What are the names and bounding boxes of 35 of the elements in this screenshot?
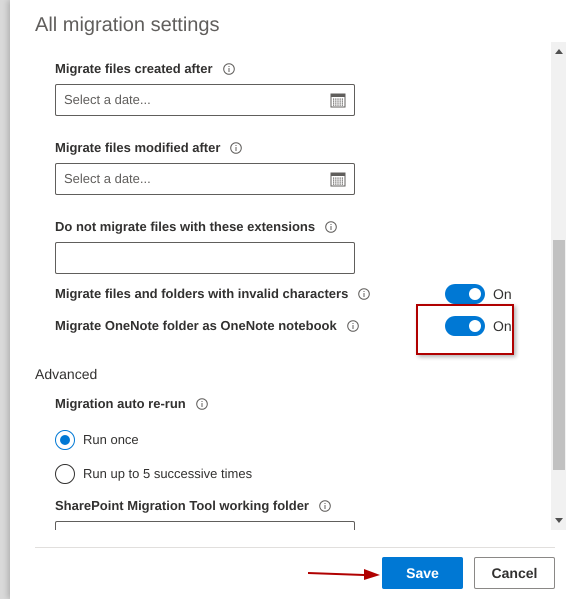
info-icon [230,142,242,154]
toggle-label: Migrate files and folders with invalid characters [55,285,348,304]
radio-button[interactable] [55,430,75,450]
cancel-button[interactable]: Cancel [474,557,555,589]
info-icon [358,288,370,300]
radio-button[interactable] [55,464,75,484]
dialog-title: All migration settings [34,13,221,38]
scroll-up-icon[interactable] [554,49,562,55]
calendar-icon [330,92,346,108]
section-heading: Advanced [35,366,98,382]
info-icon [325,221,338,233]
toggle-switch[interactable] [445,284,485,304]
info-icon [222,63,235,75]
field-label: Do not migrate files with these extensions [55,219,316,235]
radio-label: Run up to 5 successive times [83,466,252,482]
info-icon [346,320,359,332]
calendar-icon [330,171,346,187]
date-field[interactable]: Select a date... [55,84,355,116]
field-label: SharePoint Migration Tool working folder [55,498,309,514]
field-label: Migrate files modified after [55,140,220,156]
date-field[interactable]: Select a date... [55,163,355,195]
save-button[interactable]: Save [382,557,463,589]
input-field[interactable] [55,242,355,274]
toggle-switch[interactable] [445,316,485,336]
toggle-state: On [493,284,512,304]
info-icon [318,500,331,512]
info-icon [196,398,208,410]
field-label: Migrate files created after [55,61,213,77]
toggle-label: Migrate OneNote folder as OneNote notebook [55,317,337,336]
toggle-state: On [493,316,512,336]
field-label: Migration auto re-run [55,396,186,412]
radio-label: Run once [83,432,139,448]
scrollbar[interactable] [551,42,566,530]
scroll-down-icon[interactable] [554,518,562,524]
scroll-thumb[interactable] [552,240,564,470]
